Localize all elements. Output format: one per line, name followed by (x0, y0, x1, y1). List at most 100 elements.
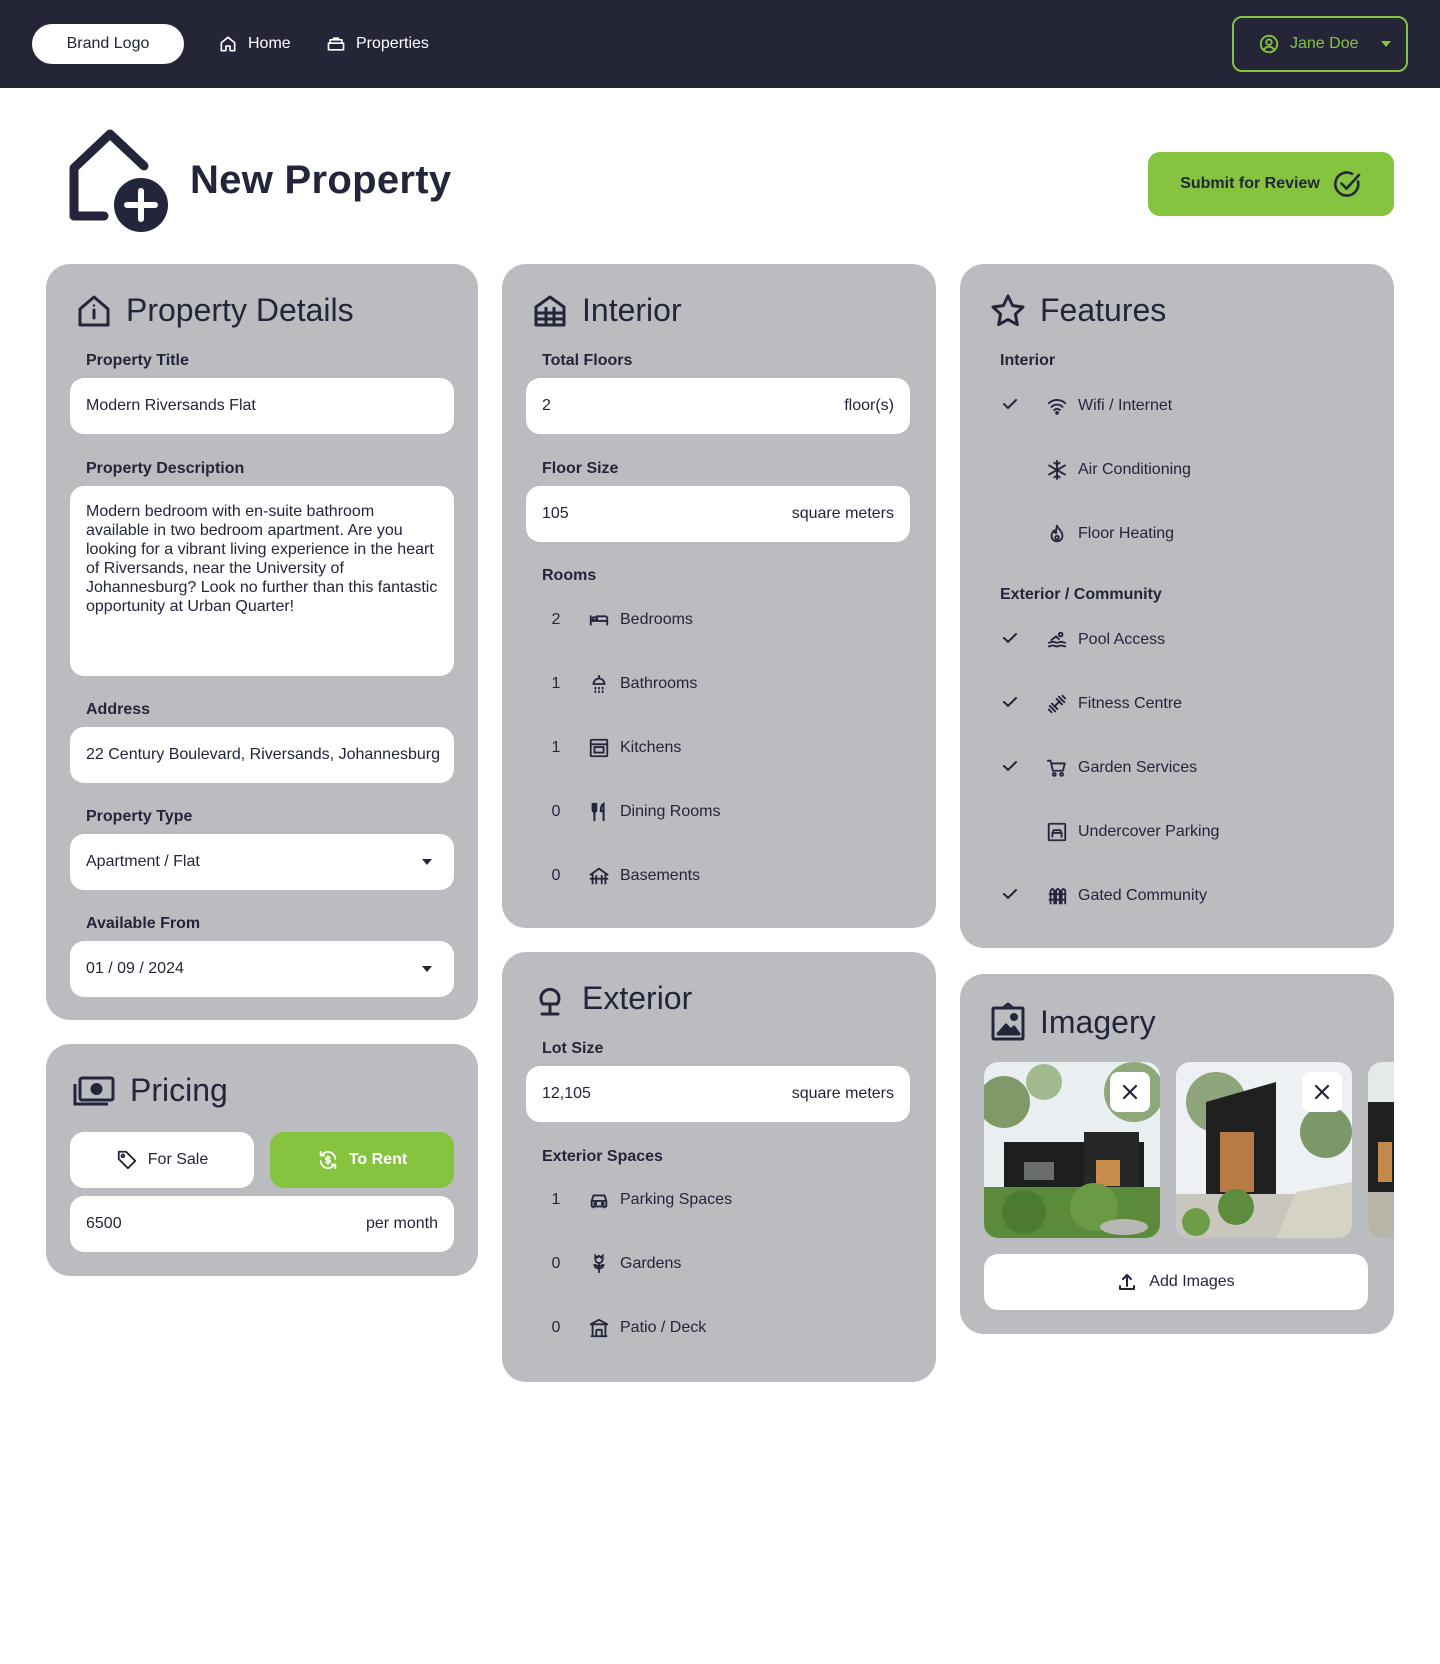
space-count[interactable]: 0 (542, 1319, 570, 1337)
features-interior-label: Interior (1000, 352, 1056, 369)
check-icon (1000, 692, 1024, 716)
nav-home-label: Home (248, 35, 291, 52)
floor-size-label: Floor Size (542, 460, 619, 477)
room-count[interactable]: 0 (542, 803, 570, 821)
feature-gated-community[interactable]: Gated Community (1000, 882, 1207, 910)
top-navbar: Brand Logo Home Properties Jane Doe (0, 0, 1440, 88)
room-row-bathrooms[interactable]: 1 Bathrooms (542, 670, 697, 698)
nav-home-link[interactable]: Home (218, 24, 291, 64)
room-row-dining-rooms[interactable]: 0 Dining Rooms (542, 798, 720, 826)
imagery-heading: Imagery (990, 1002, 1156, 1042)
wifi-icon (1046, 395, 1068, 417)
feature-wifi[interactable]: Wifi / Internet (1000, 392, 1172, 420)
garage-icon (1046, 821, 1068, 843)
check-icon (1000, 756, 1024, 780)
property-details-card: Property Details Property Title Modern R… (46, 264, 478, 1020)
available-from-date-picker[interactable]: 01 / 09 / 2024 (70, 941, 454, 997)
image-gallery[interactable] (984, 1062, 1394, 1238)
interior-heading: Interior (532, 292, 682, 329)
upload-icon (1117, 1272, 1137, 1292)
chevron-down-icon (422, 859, 432, 865)
close-icon (1122, 1084, 1138, 1100)
check-circle-icon (1332, 169, 1362, 199)
tag-icon (116, 1149, 138, 1171)
lot-size-label: Lot Size (542, 1040, 604, 1057)
remove-image-button[interactable] (1110, 1072, 1150, 1112)
properties-icon (326, 34, 346, 54)
nav-properties-link[interactable]: Properties (326, 24, 429, 64)
rooms-label: Rooms (542, 567, 597, 584)
room-row-bedrooms[interactable]: 2 Bedrooms (542, 606, 693, 634)
snowflake-icon (1046, 459, 1068, 481)
space-count[interactable]: 1 (542, 1191, 570, 1209)
to-rent-toggle[interactable]: To Rent (270, 1132, 454, 1188)
features-card: Features Interior Wifi / Internet Air Co… (960, 264, 1394, 948)
available-from-label: Available From (86, 915, 201, 932)
room-count[interactable]: 2 (542, 611, 570, 629)
property-image-thumbnail[interactable] (984, 1062, 1160, 1238)
swimming-icon (1046, 629, 1068, 651)
price-input[interactable]: 6500 per month (70, 1196, 454, 1252)
shower-icon (588, 673, 610, 695)
money-icon (72, 1073, 116, 1109)
add-images-button[interactable]: Add Images (984, 1254, 1368, 1310)
exterior-card: Exterior Lot Size 12,105 square meters E… (502, 952, 936, 1382)
property-type-select[interactable]: Apartment / Flat (70, 834, 454, 890)
room-row-kitchens[interactable]: 1 Kitchens (542, 734, 681, 762)
basement-icon (588, 865, 610, 887)
space-row-patio[interactable]: 0 Patio / Deck (542, 1314, 706, 1342)
space-row-gardens[interactable]: 0 Gardens (542, 1250, 681, 1278)
cart-icon (1046, 757, 1068, 779)
room-count[interactable]: 1 (542, 675, 570, 693)
price-unit: per month (365, 1215, 438, 1232)
total-floors-input[interactable]: 2 floor(s) (526, 378, 910, 434)
feature-pool-access[interactable]: Pool Access (1000, 626, 1165, 654)
tree-icon (532, 981, 568, 1017)
property-description-textarea[interactable]: Modern bedroom with en-suite bathroom av… (70, 486, 454, 676)
building-icon (532, 293, 568, 329)
property-title-label: Property Title (86, 352, 189, 369)
check-icon (1000, 394, 1024, 418)
patio-icon (588, 1317, 610, 1339)
car-icon (588, 1189, 610, 1211)
brand-logo[interactable]: Brand Logo (32, 24, 184, 64)
flower-icon (588, 1253, 610, 1275)
floor-size-input[interactable]: 105 square meters (526, 486, 910, 542)
address-input[interactable]: 22 Century Boulevard, Riversands, Johann… (70, 727, 454, 783)
utensils-icon (588, 801, 610, 823)
property-title-input[interactable]: Modern Riversands Flat (70, 378, 454, 434)
feature-undercover-parking[interactable]: Undercover Parking (1000, 818, 1219, 846)
feature-garden-services[interactable]: Garden Services (1000, 754, 1197, 782)
total-floors-label: Total Floors (542, 352, 633, 369)
address-label: Address (86, 701, 151, 718)
lot-size-input[interactable]: 12,105 square meters (526, 1066, 910, 1122)
room-count[interactable]: 0 (542, 867, 570, 885)
chevron-down-icon (422, 966, 432, 972)
remove-image-button[interactable] (1302, 1072, 1342, 1112)
property-image-thumbnail[interactable] (1368, 1062, 1394, 1238)
exterior-spaces-label: Exterior Spaces (542, 1148, 663, 1165)
feature-fitness-centre[interactable]: Fitness Centre (1000, 690, 1182, 718)
user-menu-button[interactable]: Jane Doe (1232, 16, 1408, 72)
interior-card: Interior Total Floors 2 floor(s) Floor S… (502, 264, 936, 928)
for-sale-toggle[interactable]: For Sale (70, 1132, 254, 1188)
property-image-thumbnail[interactable] (1176, 1062, 1352, 1238)
pricing-card: Pricing For Sale To Rent 6500 per month (46, 1044, 478, 1276)
check-icon (1000, 628, 1024, 652)
feature-air-conditioning[interactable]: Air Conditioning (1000, 456, 1191, 484)
bed-icon (588, 609, 610, 631)
room-count[interactable]: 1 (542, 739, 570, 757)
space-count[interactable]: 0 (542, 1255, 570, 1273)
oven-icon (588, 737, 610, 759)
fence-icon (1046, 885, 1068, 907)
dumbbell-icon (1046, 693, 1068, 715)
property-type-label: Property Type (86, 808, 193, 825)
feature-floor-heating[interactable]: Floor Heating (1000, 520, 1174, 548)
submit-for-review-button[interactable]: Submit for Review (1148, 152, 1394, 216)
refresh-money-icon (317, 1149, 339, 1171)
exterior-heading: Exterior (532, 980, 692, 1017)
user-name: Jane Doe (1290, 35, 1359, 52)
property-description-label: Property Description (86, 460, 245, 477)
room-row-basements[interactable]: 0 Basements (542, 862, 700, 890)
space-row-parking[interactable]: 1 Parking Spaces (542, 1186, 732, 1214)
